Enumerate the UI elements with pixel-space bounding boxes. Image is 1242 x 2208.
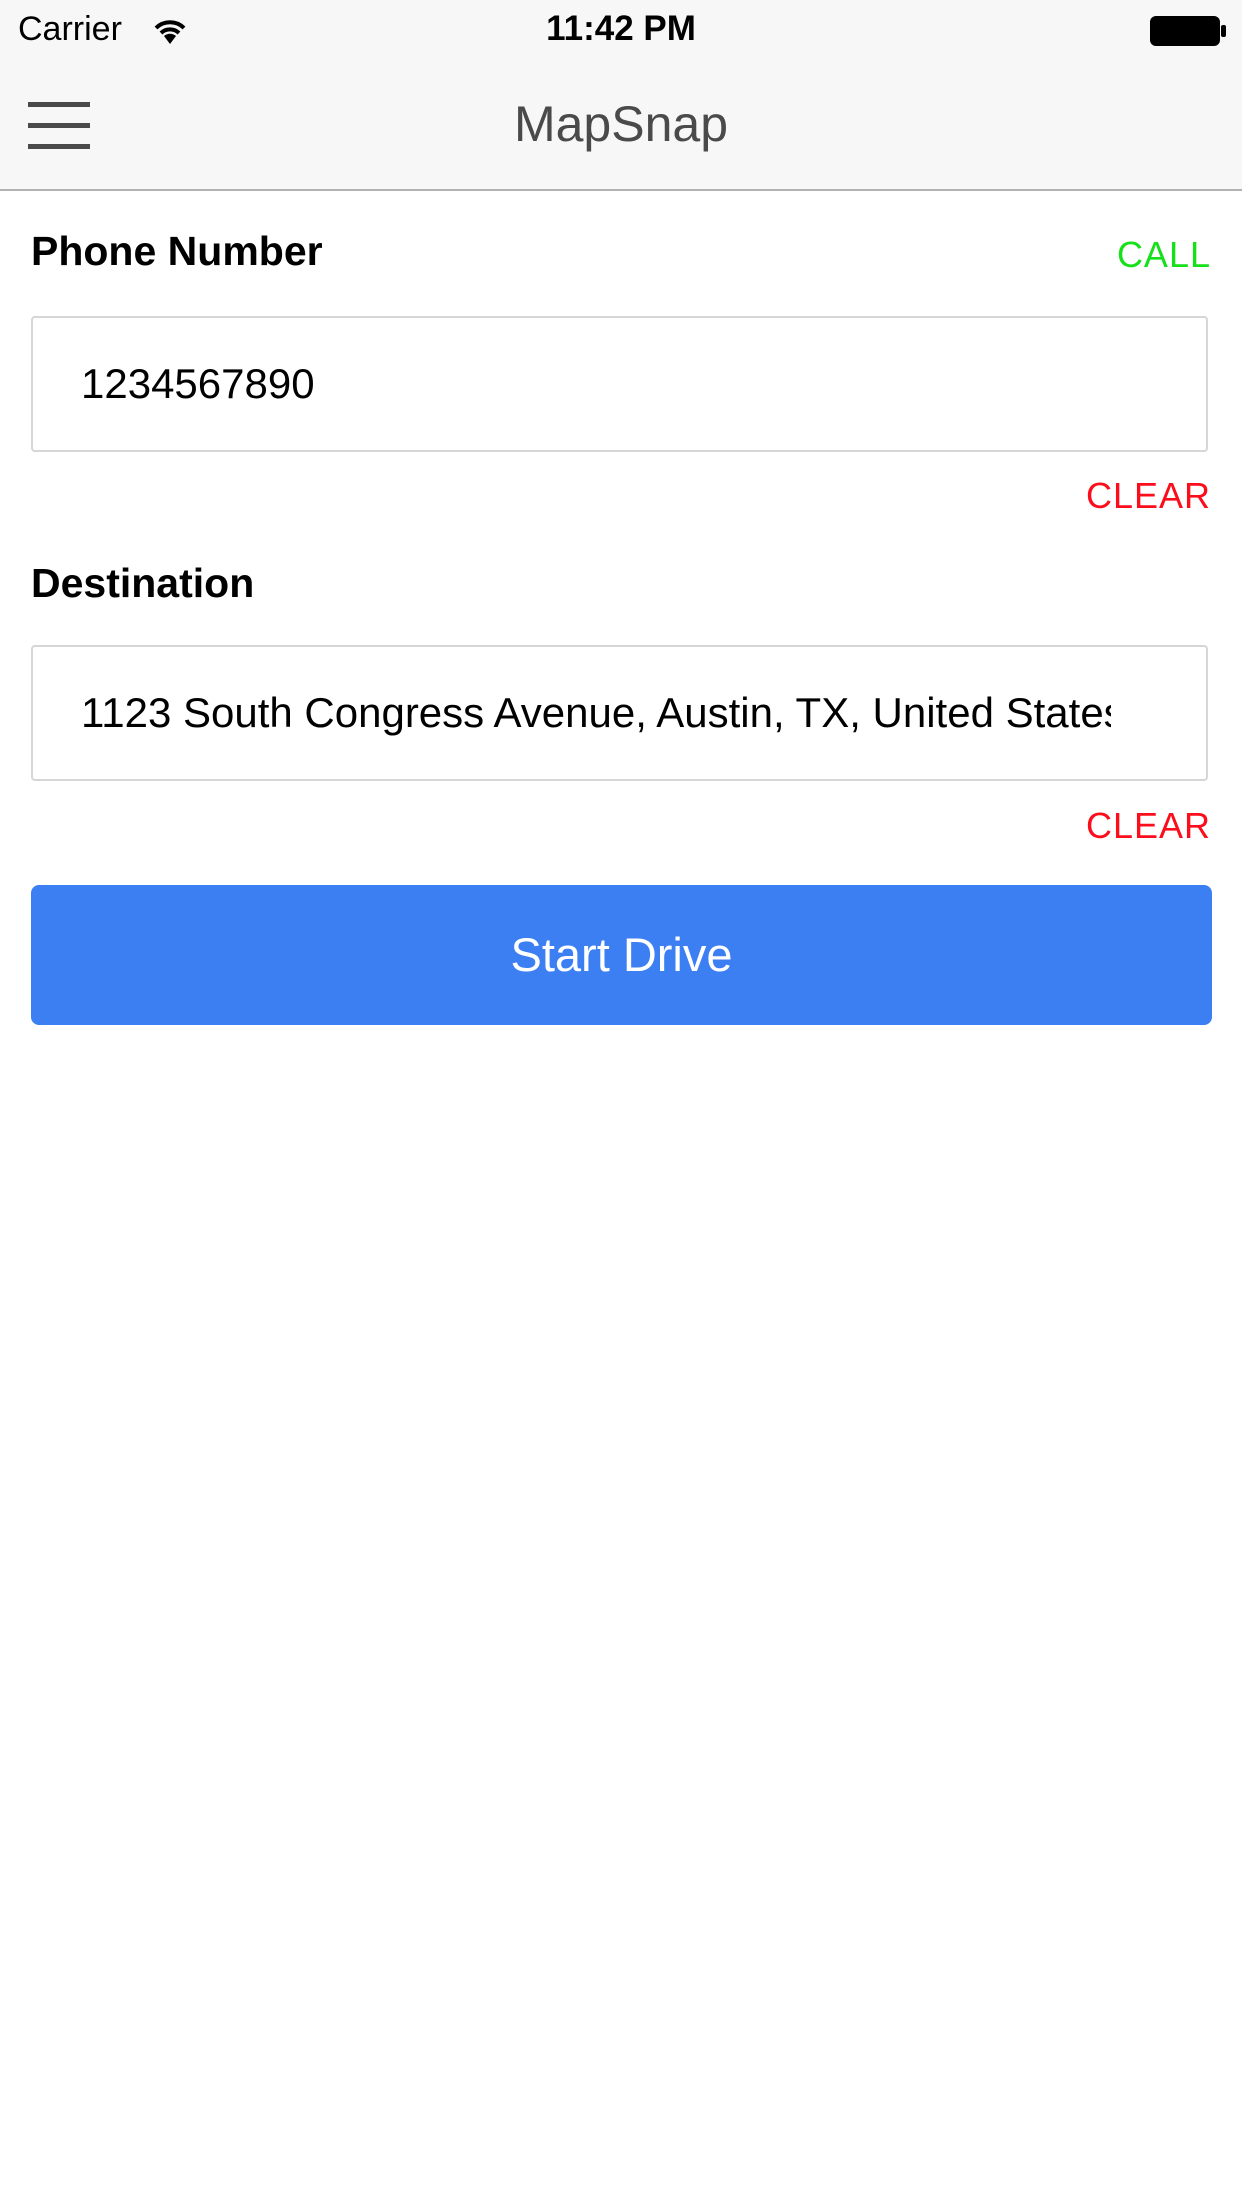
battery-icon xyxy=(1150,16,1226,46)
phone-number-label: Phone Number xyxy=(31,228,323,274)
call-button[interactable]: CALL xyxy=(1117,234,1211,276)
status-bar: Carrier 11:42 PM xyxy=(0,0,1242,60)
start-drive-button[interactable]: Start Drive xyxy=(31,885,1212,1025)
nav-bar: MapSnap xyxy=(0,60,1242,191)
status-time: 11:42 PM xyxy=(546,9,696,48)
destination-field[interactable] xyxy=(31,645,1208,781)
phone-number-input[interactable] xyxy=(81,318,1111,450)
clear-destination-button[interactable]: CLEAR xyxy=(1086,805,1211,847)
phone-number-field[interactable] xyxy=(31,316,1208,452)
app-title: MapSnap xyxy=(513,96,729,152)
destination-input[interactable] xyxy=(81,647,1111,779)
clear-phone-button[interactable]: CLEAR xyxy=(1086,475,1211,517)
destination-label: Destination xyxy=(31,560,255,606)
